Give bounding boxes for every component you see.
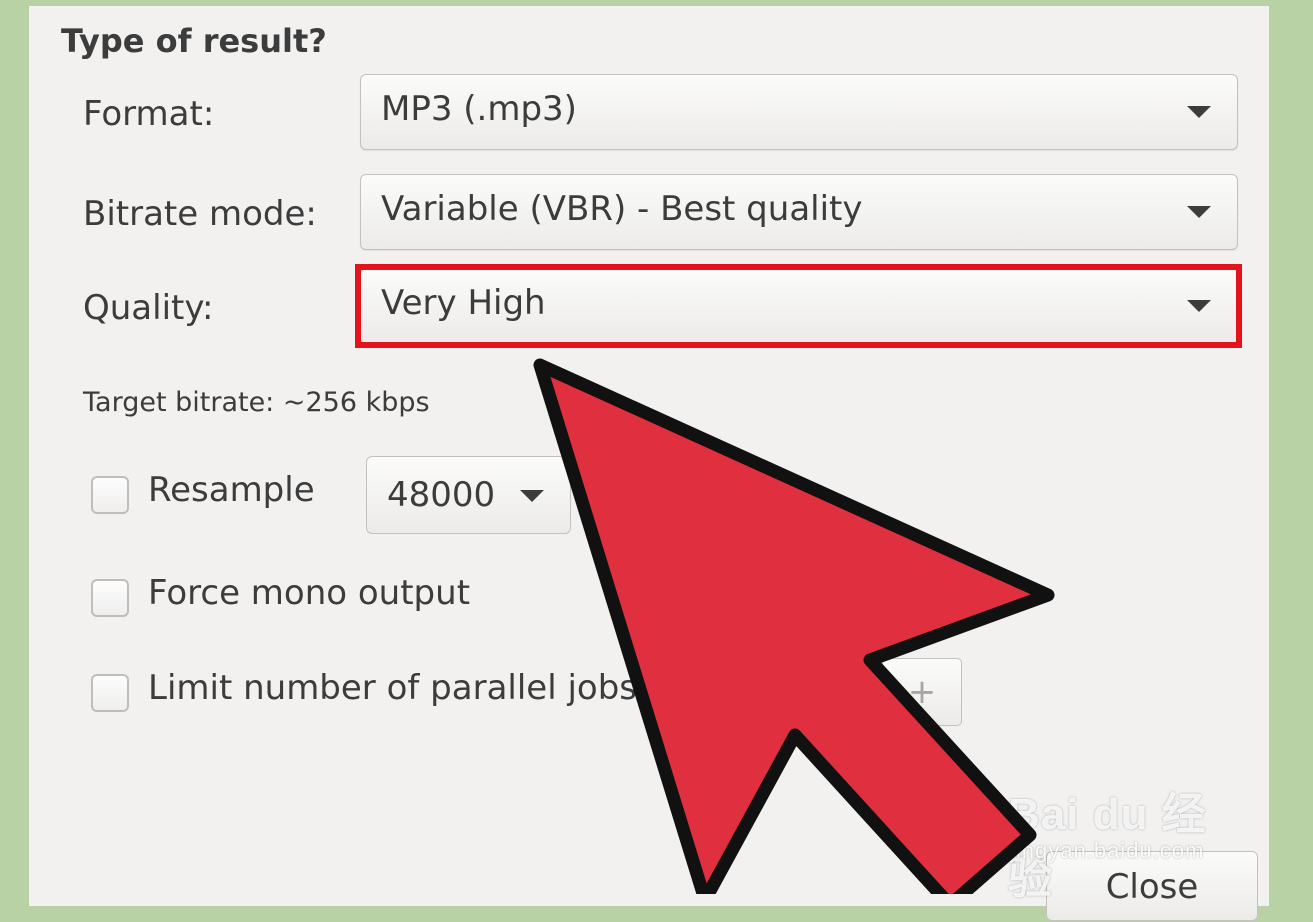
format-label: Format: bbox=[83, 94, 215, 134]
resample-rate-value: 48000 bbox=[387, 475, 496, 515]
jobs-increment-button[interactable]: + bbox=[882, 658, 962, 726]
chevron-down-icon bbox=[1187, 300, 1211, 312]
background-frame: Type of result? Format: MP3 (.mp3) Bitra… bbox=[0, 0, 1313, 921]
quality-dropdown[interactable]: Very High bbox=[360, 268, 1238, 344]
force-mono-checkbox[interactable] bbox=[91, 579, 129, 617]
chevron-down-icon bbox=[1187, 106, 1211, 118]
chevron-down-icon bbox=[520, 490, 544, 502]
bitrate-mode-label: Bitrate mode: bbox=[83, 194, 317, 234]
quality-label: Quality: bbox=[83, 288, 214, 328]
format-dropdown[interactable]: MP3 (.mp3) bbox=[360, 74, 1238, 150]
output-settings-dialog: Type of result? Format: MP3 (.mp3) Bitra… bbox=[29, 6, 1269, 921]
close-button[interactable]: Close bbox=[1046, 851, 1258, 921]
bitrate-mode-dropdown-value: Variable (VBR) - Best quality bbox=[381, 189, 863, 229]
force-mono-label[interactable]: Force mono output bbox=[148, 573, 470, 613]
target-bitrate-text: Target bitrate: ~256 kbps bbox=[83, 387, 430, 418]
limit-jobs-checkbox[interactable] bbox=[91, 674, 129, 712]
chevron-down-icon bbox=[1187, 206, 1211, 218]
format-dropdown-value: MP3 (.mp3) bbox=[381, 89, 577, 129]
limit-jobs-label[interactable]: Limit number of parallel jobs bbox=[148, 668, 637, 708]
resample-checkbox[interactable] bbox=[91, 476, 129, 514]
quality-dropdown-value: Very High bbox=[381, 283, 546, 323]
bitrate-mode-dropdown[interactable]: Variable (VBR) - Best quality bbox=[360, 174, 1238, 250]
resample-rate-dropdown[interactable]: 48000 bbox=[366, 456, 571, 534]
resample-label[interactable]: Resample bbox=[148, 470, 315, 510]
section-title: Type of result? bbox=[61, 22, 327, 60]
